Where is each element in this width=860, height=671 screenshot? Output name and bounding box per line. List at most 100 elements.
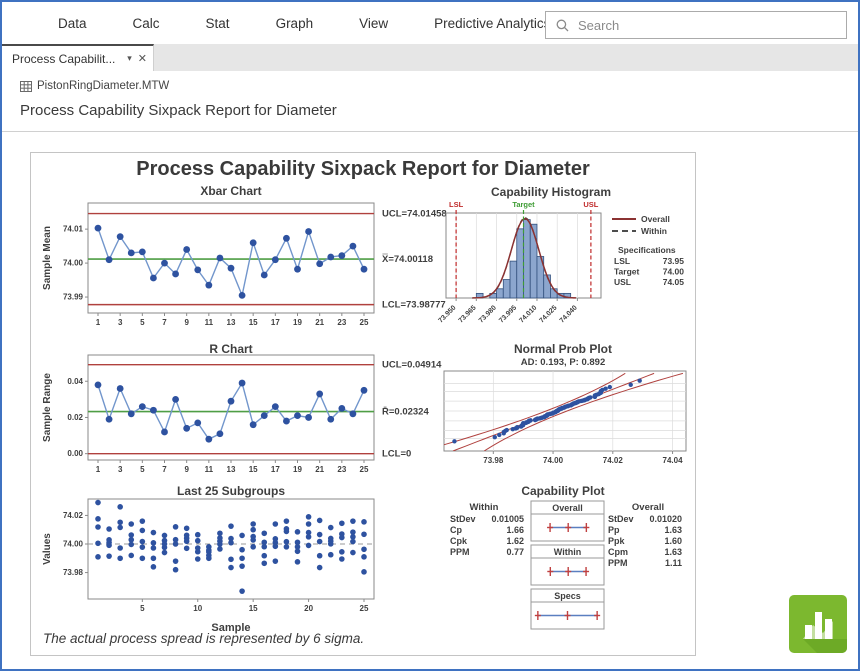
svg-text:17: 17 bbox=[271, 465, 280, 474]
svg-text:74.04: 74.04 bbox=[663, 456, 684, 465]
menu-item-calc[interactable]: Calc bbox=[133, 16, 160, 31]
svg-text:17: 17 bbox=[271, 318, 280, 327]
svg-text:0.02: 0.02 bbox=[67, 413, 83, 422]
svg-text:Cp: Cp bbox=[450, 525, 462, 535]
search-icon bbox=[556, 19, 569, 32]
svg-text:5: 5 bbox=[140, 604, 145, 613]
report-footnote: The actual process spread is represented… bbox=[43, 631, 364, 646]
svg-text:1.63: 1.63 bbox=[664, 547, 682, 557]
svg-text:74.00: 74.00 bbox=[63, 259, 84, 268]
svg-text:74.025: 74.025 bbox=[539, 304, 559, 324]
svg-text:19: 19 bbox=[293, 465, 302, 474]
svg-text:Sample Range: Sample Range bbox=[42, 373, 53, 442]
menu-item-data[interactable]: Data bbox=[58, 16, 87, 31]
search-box[interactable] bbox=[545, 11, 847, 39]
svg-text:USL: USL bbox=[583, 200, 598, 209]
svg-text:73.98: 73.98 bbox=[483, 456, 504, 465]
tab-process-capability[interactable]: Process Capabilit... ▾ ✕ bbox=[2, 44, 154, 71]
r-chart[interactable]: R Chart0.000.020.04135791113151719212325… bbox=[36, 343, 456, 488]
svg-text:Pp: Pp bbox=[608, 525, 620, 535]
svg-text:USL: USL bbox=[614, 277, 631, 287]
app-window: DataCalcStatGraphViewPredictive Analytic… bbox=[0, 0, 860, 671]
svg-text:Overall: Overall bbox=[552, 503, 583, 513]
last-25-subgroups-chart[interactable]: Last 25 Subgroups73.9874.0074.0251015202… bbox=[36, 485, 456, 640]
svg-text:74.040: 74.040 bbox=[559, 304, 579, 324]
menu-item-stat[interactable]: Stat bbox=[206, 16, 230, 31]
svg-text:UCL=0.04914: UCL=0.04914 bbox=[382, 360, 442, 371]
svg-text:5: 5 bbox=[140, 465, 145, 474]
bar-chart-icon bbox=[789, 595, 847, 653]
svg-text:1.63: 1.63 bbox=[664, 525, 682, 535]
svg-text:StDev: StDev bbox=[450, 514, 476, 524]
worksheet-row[interactable]: PistonRingDiameter.MTW bbox=[20, 80, 169, 92]
svg-text:3: 3 bbox=[118, 465, 123, 474]
svg-text:74.02: 74.02 bbox=[63, 511, 84, 520]
svg-text:74.02: 74.02 bbox=[603, 456, 624, 465]
svg-text:13: 13 bbox=[227, 318, 236, 327]
svg-text:73.965: 73.965 bbox=[458, 304, 478, 324]
report-title: Process Capability Sixpack Report for Di… bbox=[31, 158, 695, 181]
svg-text:Specs: Specs bbox=[554, 591, 581, 601]
svg-text:0.77: 0.77 bbox=[506, 547, 524, 557]
header-divider bbox=[2, 131, 858, 132]
svg-text:1: 1 bbox=[96, 318, 101, 327]
svg-text:Cpm: Cpm bbox=[608, 547, 628, 557]
tab-dropdown-caret-icon[interactable]: ▾ bbox=[127, 53, 132, 64]
menu-item-graph[interactable]: Graph bbox=[276, 16, 314, 31]
svg-text:X̿=74.00118: X̿=74.00118 bbox=[382, 253, 433, 265]
worksheet-grid-icon bbox=[20, 81, 32, 92]
svg-text:0.01020: 0.01020 bbox=[649, 514, 682, 524]
svg-text:Values: Values bbox=[42, 533, 53, 565]
svg-text:9: 9 bbox=[184, 465, 189, 474]
xbar-chart[interactable]: Xbar Chart73.9974.0074.01135791113151719… bbox=[36, 185, 456, 342]
svg-text:74.00: 74.00 bbox=[63, 540, 84, 549]
svg-text:1.62: 1.62 bbox=[506, 536, 524, 546]
svg-text:5: 5 bbox=[140, 318, 145, 327]
svg-text:74.00: 74.00 bbox=[543, 456, 564, 465]
svg-text:AD: 0.193, P: 0.892: AD: 0.193, P: 0.892 bbox=[521, 357, 606, 368]
svg-text:Ppk: Ppk bbox=[608, 536, 626, 546]
svg-text:15: 15 bbox=[249, 465, 258, 474]
svg-text:15: 15 bbox=[249, 604, 258, 613]
svg-text:7: 7 bbox=[162, 465, 167, 474]
svg-text:Specifications: Specifications bbox=[618, 245, 676, 255]
svg-text:21: 21 bbox=[315, 318, 324, 327]
svg-text:15: 15 bbox=[249, 318, 258, 327]
svg-text:Sample Mean: Sample Mean bbox=[42, 226, 53, 290]
svg-text:25: 25 bbox=[360, 318, 369, 327]
svg-text:LCL=0: LCL=0 bbox=[382, 449, 411, 460]
svg-text:Normal Prob Plot: Normal Prob Plot bbox=[514, 343, 612, 356]
search-input[interactable] bbox=[576, 17, 820, 34]
svg-text:25: 25 bbox=[360, 465, 369, 474]
svg-text:74.01: 74.01 bbox=[63, 225, 84, 234]
svg-text:74.00: 74.00 bbox=[663, 267, 685, 277]
svg-text:25: 25 bbox=[360, 604, 369, 613]
tab-close-icon[interactable]: ✕ bbox=[138, 52, 147, 65]
normal-prob-plot[interactable]: Normal Prob PlotAD: 0.193, P: 0.892 73.98… bbox=[436, 343, 692, 483]
svg-text:PPM: PPM bbox=[608, 558, 628, 568]
worksheet-name: PistonRingDiameter.MTW bbox=[37, 80, 169, 92]
svg-text:Last 25 Subgroups: Last 25 Subgroups bbox=[177, 485, 285, 498]
svg-text:73.995: 73.995 bbox=[498, 304, 518, 324]
capability-plot[interactable]: Capability PlotWithinStDev0.01005Cp1.66C… bbox=[436, 483, 692, 660]
svg-text:LSL: LSL bbox=[449, 200, 464, 209]
svg-text:Target: Target bbox=[512, 200, 535, 209]
svg-text:1.11: 1.11 bbox=[665, 558, 682, 568]
svg-text:LSL: LSL bbox=[614, 256, 630, 266]
svg-text:Capability Histogram: Capability Histogram bbox=[491, 185, 611, 199]
report-graph-region[interactable]: Process Capability Sixpack Report for Di… bbox=[30, 152, 696, 656]
svg-text:Capability Plot: Capability Plot bbox=[521, 484, 604, 498]
svg-text:Xbar Chart: Xbar Chart bbox=[200, 185, 261, 198]
svg-text:23: 23 bbox=[337, 318, 346, 327]
svg-text:1: 1 bbox=[96, 465, 101, 474]
svg-text:73.950: 73.950 bbox=[437, 304, 457, 324]
svg-text:13: 13 bbox=[227, 465, 236, 474]
svg-text:11: 11 bbox=[205, 318, 214, 327]
svg-text:R̄=0.02324: R̄=0.02324 bbox=[382, 406, 429, 417]
svg-text:73.99: 73.99 bbox=[63, 293, 84, 302]
menu-item-view[interactable]: View bbox=[359, 16, 388, 31]
svg-text:0.04: 0.04 bbox=[67, 377, 83, 386]
svg-text:20: 20 bbox=[304, 604, 313, 613]
svg-text:R Chart: R Chart bbox=[209, 343, 252, 356]
svg-text:1.66: 1.66 bbox=[506, 525, 524, 535]
